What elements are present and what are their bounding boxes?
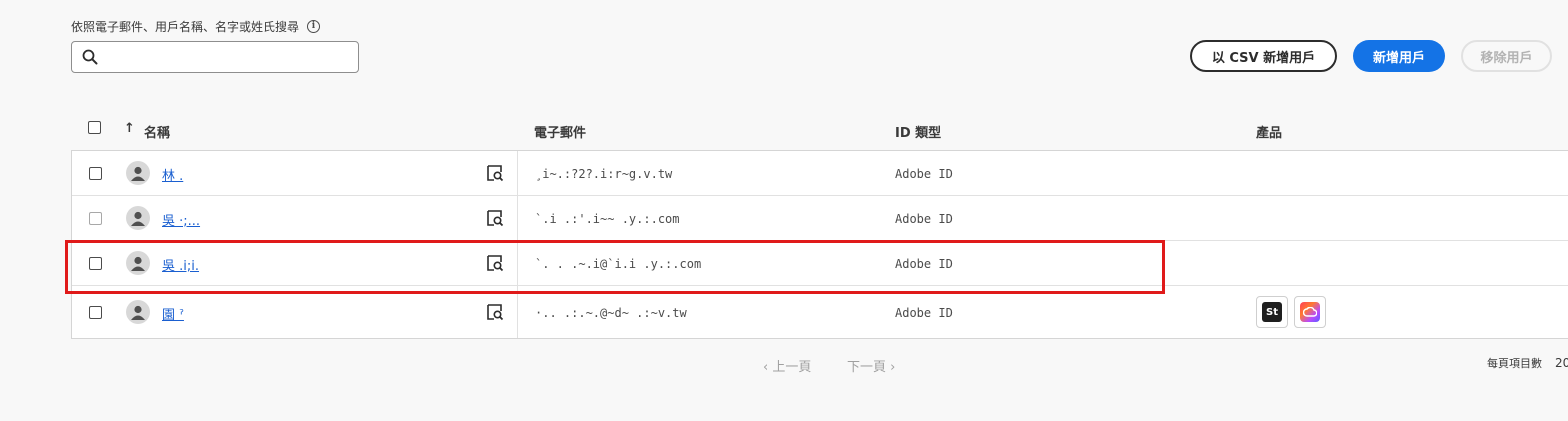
column-header-name[interactable]: 名稱 (144, 122, 170, 141)
search-label-text: 依照電子郵件、用戶名稱、名字或姓氏搜尋 (71, 20, 300, 34)
previous-page-button[interactable]: ‹ 上一頁 (763, 356, 811, 375)
user-email: ¸i~.:?2?.i:r~g.v.tw (535, 167, 673, 181)
user-name-link[interactable]: 林 . (162, 165, 183, 184)
row-checkbox[interactable] (89, 212, 102, 225)
column-header-email: 電子郵件 (534, 126, 587, 141)
user-name-link[interactable]: 園 ˀ (162, 304, 184, 323)
remove-user-button[interactable]: 移除用戶 (1461, 40, 1552, 72)
table-row[interactable]: 吳 .i;i. `. . .~.i@`i.i .y.:.com Adobe ID (72, 241, 1568, 286)
creative-cloud-icon (1300, 302, 1320, 322)
column-header-products: 產品 (1256, 126, 1283, 141)
previous-page-label: 上一頁 (772, 360, 812, 375)
avatar (126, 251, 150, 275)
user-name-link[interactable]: 吳 ·;... (162, 210, 200, 229)
add-user-button[interactable]: 新增用戶 (1353, 40, 1445, 72)
user-email: `. . .~.i@`i.i .y.:.com (535, 257, 702, 271)
view-details-icon[interactable] (486, 254, 504, 272)
row-checkbox[interactable] (89, 167, 102, 180)
column-header-id-type: ID 類型 (895, 126, 942, 141)
user-email: ·.. .:.~.@~d~ .:~v.tw (535, 306, 687, 320)
add-by-csv-button[interactable]: 以 CSV 新增用戶 (1190, 40, 1337, 72)
stock-icon: St (1262, 302, 1282, 322)
next-page-button[interactable]: 下一頁 › (847, 356, 895, 375)
user-icon (131, 211, 145, 226)
chevron-right-icon: › (886, 360, 896, 375)
table-row[interactable]: 園 ˀ ·.. .:.~.@~d~ .:~v.tw Adobe ID St (72, 286, 1568, 339)
table-row[interactable]: 吳 ·;... `.i .:'.i~~ .y.:.com Adobe ID (72, 196, 1568, 241)
info-icon[interactable]: i (307, 20, 321, 33)
avatar (126, 300, 150, 324)
user-icon (131, 305, 145, 320)
view-details-icon[interactable] (486, 209, 504, 227)
user-id-type: Adobe ID (895, 306, 953, 320)
user-email: `.i .:'.i~~ .y.:.com (535, 212, 680, 226)
next-page-label: 下一頁 (847, 360, 887, 375)
search-icon (82, 49, 98, 65)
user-id-type: Adobe ID (895, 212, 953, 226)
user-icon (131, 256, 145, 271)
search-field[interactable] (71, 41, 359, 73)
search-input[interactable] (106, 42, 358, 72)
user-id-type: Adobe ID (895, 167, 953, 181)
table-row[interactable]: 林 . ¸i~.:?2?.i:r~g.v.tw Adobe ID (72, 151, 1568, 196)
items-per-page-label: 每頁項目數 (1487, 357, 1542, 370)
view-details-icon[interactable] (486, 303, 504, 321)
avatar (126, 206, 150, 230)
items-per-page-select[interactable]: 20 (1555, 356, 1568, 370)
select-all-checkbox[interactable] (88, 121, 101, 134)
view-details-icon[interactable] (486, 164, 504, 182)
search-label: 依照電子郵件、用戶名稱、名字或姓氏搜尋 i (71, 18, 321, 35)
product-stock-icon[interactable]: St (1256, 296, 1288, 328)
row-checkbox[interactable] (89, 306, 102, 319)
chevron-left-icon: ‹ (763, 360, 773, 375)
user-id-type: Adobe ID (895, 257, 953, 271)
user-icon (131, 166, 145, 181)
user-name-link[interactable]: 吳 .i;i. (162, 255, 199, 274)
avatar (126, 161, 150, 185)
row-checkbox[interactable] (89, 257, 102, 270)
sort-ascending-icon[interactable]: ↑ (124, 121, 135, 136)
product-creative-cloud-icon[interactable] (1294, 296, 1326, 328)
user-table: 林 . ¸i~.:?2?.i:r~g.v.tw Adobe ID 吳 ·;...… (71, 150, 1568, 339)
